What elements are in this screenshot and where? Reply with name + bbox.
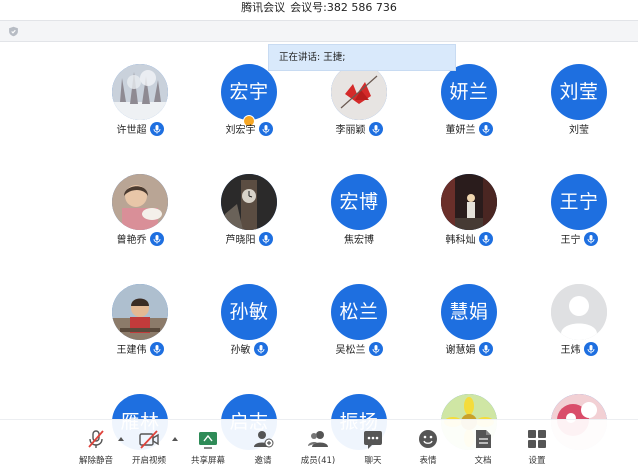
participant-name: 王建伟	[116, 345, 147, 356]
participant-tile[interactable]: 韩科灿	[414, 174, 524, 274]
avatar	[112, 174, 168, 230]
participant-name: 曾艳乔	[116, 235, 147, 246]
participant-tile[interactable]: 松兰 吴松兰	[304, 284, 414, 384]
participant-tile[interactable]: 宏博 焦宏博	[304, 174, 414, 274]
chat-label: 聊天	[364, 456, 382, 466]
avatar: 松兰	[331, 284, 387, 340]
invite-user-icon	[254, 431, 274, 448]
participant-name: 刘宏宇	[225, 125, 256, 136]
camera-off-icon	[139, 430, 159, 449]
avatar: 刘莹	[551, 64, 607, 120]
start-video-button[interactable]: 开启视频	[123, 426, 175, 472]
participant-name: 孙敏	[230, 345, 251, 356]
chat-button[interactable]: 聊天	[347, 426, 399, 472]
mic-icon	[149, 232, 164, 246]
unmute-button[interactable]: 解除静音	[70, 426, 122, 472]
meeting-window: 腾讯会议 会议号:382 586 736 许世超 宏宇 刘宏宇 李丽颖 妍兰 董…	[0, 0, 638, 473]
participant-name: 李丽颖	[335, 125, 366, 136]
avatar: 宏博	[331, 174, 387, 230]
mic-icon	[368, 122, 383, 136]
share-screen-button[interactable]: 共享屏幕	[182, 426, 234, 472]
participant-name: 董妍兰	[445, 125, 476, 136]
participant-tile[interactable]: 李丽颖	[304, 64, 414, 164]
participant-tile[interactable]: 曾艳乔	[85, 174, 195, 274]
speaking-indicator: 正在讲话: 王捷;	[268, 44, 456, 71]
chevron-up-icon[interactable]	[172, 436, 178, 442]
mic-icon	[478, 232, 493, 246]
members-label: 成员(41)	[300, 456, 336, 466]
mic-icon	[478, 122, 493, 136]
participant-name: 王炜	[560, 345, 581, 356]
avatar	[441, 174, 497, 230]
participant-name: 王宁	[560, 235, 581, 246]
mic-icon	[583, 232, 598, 246]
settings-label: 设置	[528, 456, 546, 466]
avatar: 王宁	[551, 174, 607, 230]
participant-tile[interactable]: 王炜	[524, 284, 634, 384]
share-screen-label: 共享屏幕	[190, 456, 225, 466]
mic-icon	[258, 232, 273, 246]
bottom-toolbar: 解除静音 开启视频 共享屏幕 邀请 成员(41) 聊天 表情 文档 设置	[0, 419, 638, 473]
participant-tile[interactable]: 孙敏 孙敏	[194, 284, 304, 384]
participant-tile[interactable]: 许世超	[85, 64, 195, 164]
share-screen-icon	[199, 432, 217, 449]
participant-name: 芦晓阳	[225, 235, 256, 246]
invite-button[interactable]: 邀请	[237, 426, 289, 472]
chat-icon	[364, 431, 382, 449]
avatar: 孙敏	[221, 284, 277, 340]
avatar	[221, 174, 277, 230]
avatar: 宏宇	[221, 64, 277, 120]
avatar	[112, 64, 168, 120]
participant-tile[interactable]: 王宁 王宁	[524, 174, 634, 274]
members-icon	[308, 431, 328, 447]
participant-name: 吴松兰	[335, 345, 366, 356]
speaking-label: 正在讲话:	[279, 52, 321, 63]
participant-tile[interactable]: 刘莹 刘莹	[524, 64, 634, 164]
mic-icon	[149, 122, 164, 136]
participant-tile[interactable]: 芦晓阳	[194, 174, 304, 274]
participant-name: 刘莹	[569, 125, 589, 136]
start-video-label: 开启视频	[131, 456, 166, 466]
mic-icon	[149, 342, 164, 356]
participant-name: 韩科灿	[445, 235, 476, 246]
reactions-button[interactable]: 表情	[402, 426, 454, 472]
avatar	[551, 284, 607, 340]
emoji-icon	[419, 430, 437, 448]
participant-tile[interactable]: 妍兰 董妍兰	[414, 64, 524, 164]
avatar	[112, 284, 168, 340]
avatar	[331, 64, 387, 120]
avatar: 慧娟	[441, 284, 497, 340]
docs-label: 文档	[474, 456, 492, 466]
participant-name: 焦宏博	[344, 235, 374, 246]
mic-icon	[368, 342, 383, 356]
settings-grid-icon	[528, 430, 546, 448]
invite-label: 邀请	[254, 456, 272, 466]
document-icon	[476, 430, 491, 448]
mic-icon	[583, 342, 598, 356]
mic-icon	[258, 122, 273, 136]
avatar: 妍兰	[441, 64, 497, 120]
settings-button[interactable]: 设置	[511, 426, 563, 472]
reactions-label: 表情	[419, 456, 437, 466]
speaking-name: 王捷;	[323, 52, 346, 63]
default-user-icon	[551, 284, 607, 340]
participant-tile[interactable]: 王建伟	[85, 284, 195, 384]
participant-tile[interactable]: 慧娟 谢慧娟	[414, 284, 524, 384]
members-button[interactable]: 成员(41)	[292, 426, 344, 472]
participant-name: 谢慧娟	[445, 345, 476, 356]
mic-muted-icon	[88, 430, 104, 448]
mic-icon	[253, 342, 268, 356]
participant-tile[interactable]: 宏宇 刘宏宇	[194, 64, 304, 164]
participant-name: 许世超	[116, 125, 147, 136]
docs-button[interactable]: 文档	[457, 426, 509, 472]
unmute-label: 解除静音	[78, 456, 113, 466]
mic-icon	[478, 342, 493, 356]
